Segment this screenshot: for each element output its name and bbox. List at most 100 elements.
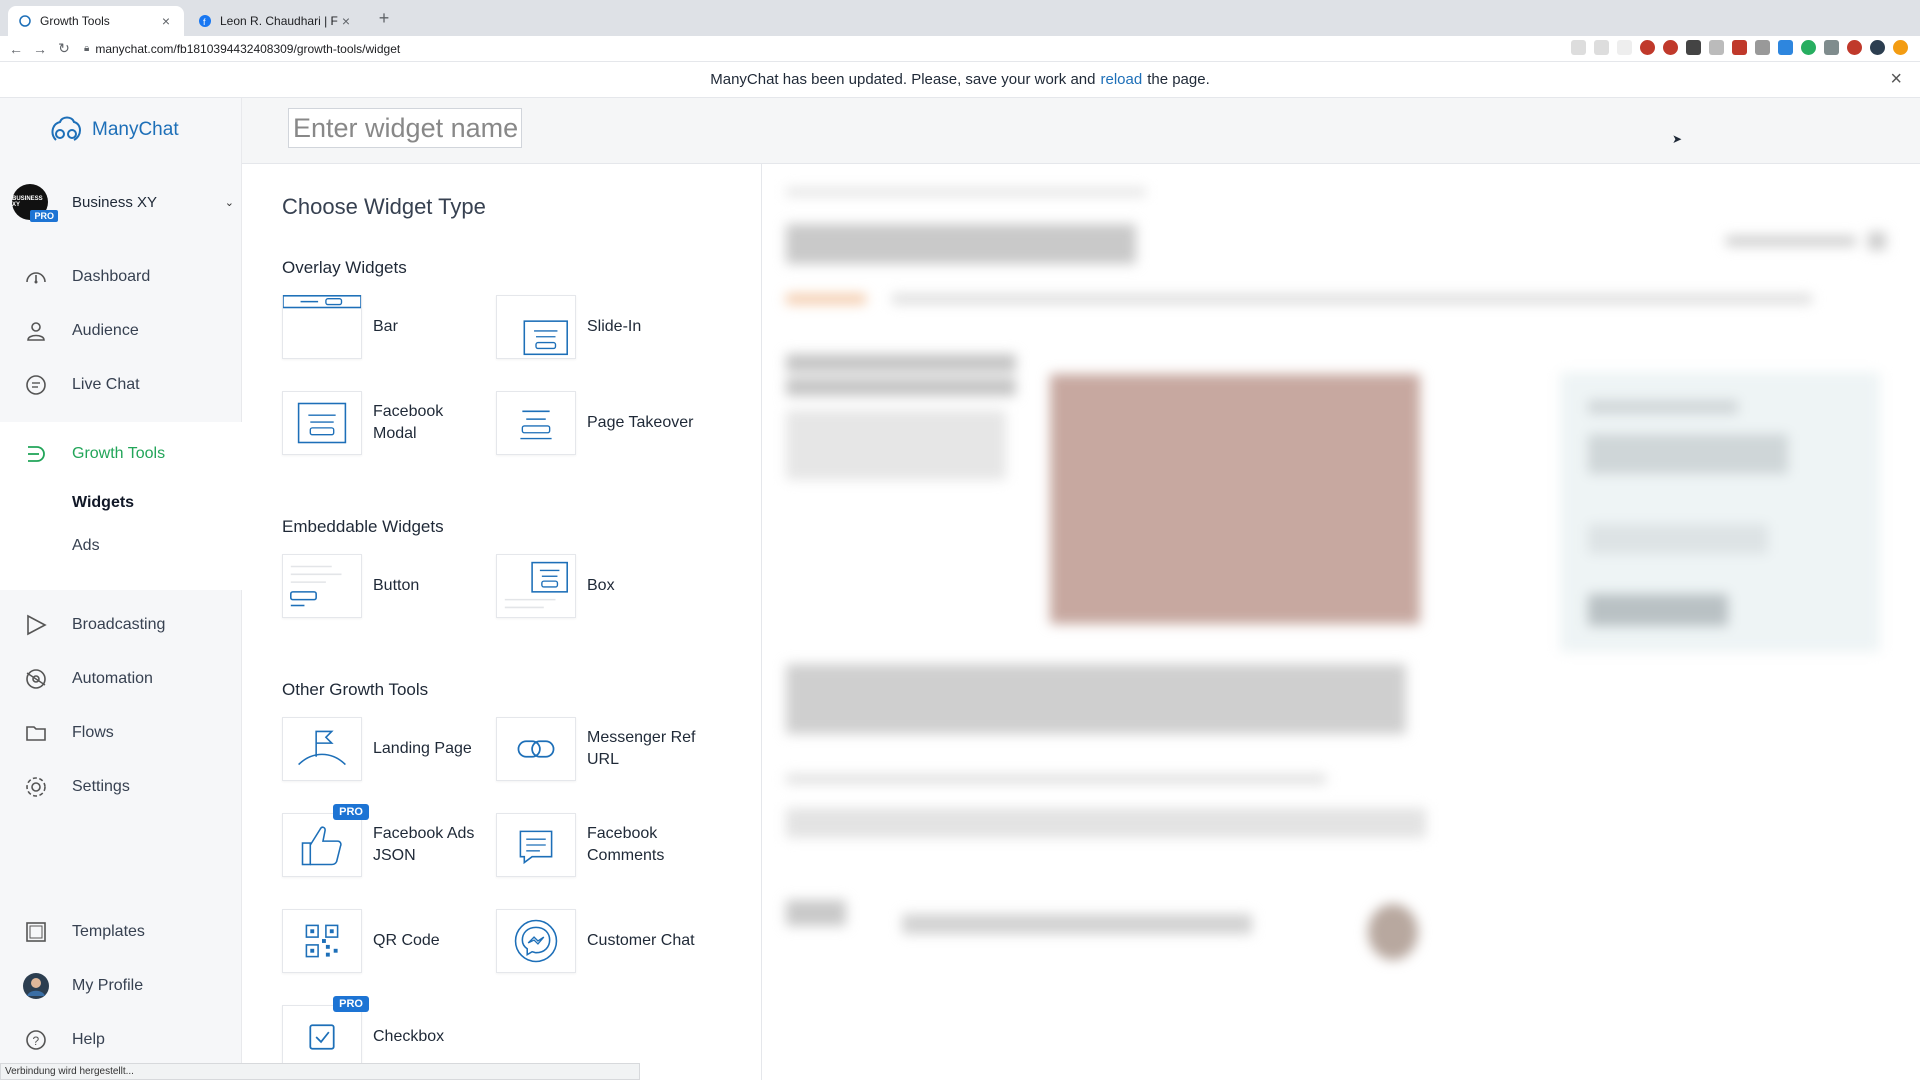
widget-facebook-comments[interactable]: Facebook Comments	[496, 812, 710, 878]
user-icon	[22, 317, 50, 345]
sidebar-item-help[interactable]: ? Help	[0, 1020, 242, 1060]
extension-icon[interactable]	[1709, 40, 1724, 55]
reload-icon[interactable]: ↻	[52, 40, 76, 57]
sidebar-item-automation[interactable]: Automation	[0, 659, 242, 699]
extension-icon[interactable]	[1686, 40, 1701, 55]
extension-icon[interactable]	[1663, 40, 1678, 55]
facebook-favicon-icon: f	[198, 14, 212, 28]
manychat-logo-icon	[51, 116, 81, 141]
link-icon	[496, 717, 576, 781]
sidebar-subitem-ads[interactable]: Ads	[72, 537, 100, 555]
sidebar-item-settings[interactable]: Settings	[0, 767, 242, 807]
translate-icon[interactable]	[1571, 40, 1586, 55]
forward-icon[interactable]: →	[28, 41, 52, 57]
widget-facebook-modal[interactable]: Facebook Modal	[282, 390, 496, 456]
thumbs-up-icon: PRO	[282, 804, 369, 877]
widget-label: Landing Page	[373, 740, 472, 757]
sidebar-subitem-widgets[interactable]: Widgets	[72, 494, 134, 512]
close-icon[interactable]: ×	[1890, 68, 1902, 91]
widget-label: Facebook Comments	[587, 825, 665, 864]
address-bar[interactable]: 🔒︎ manychat.com/fb181039443240830​9/grow…	[84, 42, 400, 56]
widget-preview-area	[762, 164, 1920, 1080]
sidebar-item-my-profile[interactable]: My Profile	[0, 966, 242, 1006]
workspace-switcher[interactable]: BUSINESS XY PRO Business XY ⌄	[12, 182, 234, 222]
extension-icon[interactable]	[1824, 40, 1839, 55]
sidebar-item-label: Growth Tools	[72, 445, 166, 462]
tab-facebook[interactable]: f Leon R. Chaudhari | Facebook ×	[188, 6, 364, 36]
section-other-growth-tools: Other Growth Tools	[282, 680, 429, 699]
back-icon[interactable]: ←	[4, 41, 28, 57]
widget-qr-code[interactable]: QR Code	[282, 908, 496, 974]
widget-page-takeover[interactable]: Page Takeover	[496, 390, 710, 456]
widget-landing-page[interactable]: Landing Page	[282, 716, 496, 782]
widget-messenger-ref-url[interactable]: Messenger Ref URL	[496, 716, 710, 782]
sidebar-item-label: Templates	[72, 923, 145, 940]
widget-label: Button	[373, 577, 420, 594]
slide-in-icon	[496, 295, 576, 359]
widget-button[interactable]: Button	[282, 553, 496, 619]
sidebar-item-dashboard[interactable]: Dashboard	[0, 257, 242, 297]
sidebar-item-label: Live Chat	[72, 376, 140, 393]
pro-badge: PRO	[30, 210, 58, 222]
widget-label: Bar	[373, 318, 398, 335]
extension-icon[interactable]	[1732, 40, 1747, 55]
widget-label: Page Takeover	[587, 414, 694, 431]
sidebar-item-templates[interactable]: Templates	[0, 912, 242, 952]
tab-growth-tools[interactable]: Growth Tools ×	[8, 6, 184, 36]
sidebar-item-live-chat[interactable]: Live Chat	[0, 365, 242, 405]
new-tab-icon[interactable]: +	[372, 8, 396, 29]
templates-icon	[22, 918, 50, 946]
messenger-icon	[496, 909, 576, 973]
browser-toolbar: ← → ↻ 🔒︎ manychat.com/fb181039443240830​…	[0, 36, 1920, 62]
folder-icon	[22, 719, 50, 747]
widget-customer-chat[interactable]: Customer Chat	[496, 908, 710, 974]
widget-label: Messenger Ref URL	[587, 729, 696, 768]
comment-icon	[496, 813, 576, 877]
sidebar-item-label: Broadcasting	[72, 616, 166, 633]
sidebar-item-broadcasting[interactable]: Broadcasting	[0, 605, 242, 645]
sidebar-item-growth-tools[interactable]: Growth Tools	[0, 434, 242, 474]
manychat-favicon-icon	[18, 14, 32, 28]
section-embeddable-widgets: Embeddable Widgets	[282, 517, 444, 536]
logo-text: ManyChat	[92, 119, 179, 140]
logo[interactable]: ManyChat	[48, 114, 179, 146]
widget-label: Slide-In	[587, 318, 642, 335]
close-tab-icon[interactable]: ×	[338, 13, 354, 29]
widget-facebook-ads-json[interactable]: PRO Facebook Ads JSON	[282, 804, 496, 878]
url-text: manychat.com/fb181039443240830​9/growth-…	[95, 41, 401, 56]
extension-icons	[1571, 40, 1908, 55]
update-icon[interactable]	[1893, 40, 1908, 55]
lock-icon: 🔒︎	[84, 43, 90, 54]
widget-name-input[interactable]	[288, 108, 522, 148]
profile-icon[interactable]	[1870, 40, 1885, 55]
widget-checkbox[interactable]: PRO Checkbox	[282, 996, 496, 1070]
banner-text-end: the page.	[1147, 71, 1210, 88]
widget-slide-in[interactable]: Slide-In	[496, 294, 710, 360]
page-takeover-icon	[496, 391, 576, 455]
reload-link[interactable]: reload	[1100, 71, 1142, 88]
star-icon[interactable]	[1617, 40, 1632, 55]
mouse-cursor-icon: ➤	[1672, 132, 1683, 146]
sidebar-item-label: Help	[72, 1031, 105, 1048]
browser-status-bar: Verbindung wird hergestellt...	[0, 1063, 640, 1080]
avatar-icon	[22, 972, 50, 1000]
dashboard-icon	[22, 263, 50, 291]
widget-bar[interactable]: Bar	[282, 294, 496, 360]
widget-label: Box	[587, 577, 615, 594]
sidebar-item-flows[interactable]: Flows	[0, 713, 242, 753]
extension-icon[interactable]	[1847, 40, 1862, 55]
extension-icon[interactable]	[1778, 40, 1793, 55]
growth-tools-group: Growth Tools Widgets Ads	[0, 422, 242, 590]
close-tab-icon[interactable]: ×	[158, 13, 174, 29]
gear-icon	[22, 773, 50, 801]
tab-label: Growth Tools	[40, 14, 110, 28]
widget-box[interactable]: Box	[496, 553, 710, 619]
widget-label: Customer Chat	[587, 932, 695, 949]
send-icon	[22, 611, 50, 639]
sidebar-item-audience[interactable]: Audience	[0, 311, 242, 351]
extension-icon[interactable]	[1801, 40, 1816, 55]
extension-icon[interactable]	[1755, 40, 1770, 55]
widget-label: Checkbox	[373, 1028, 445, 1045]
extension-icon[interactable]	[1640, 40, 1655, 55]
zoom-icon[interactable]	[1594, 40, 1609, 55]
